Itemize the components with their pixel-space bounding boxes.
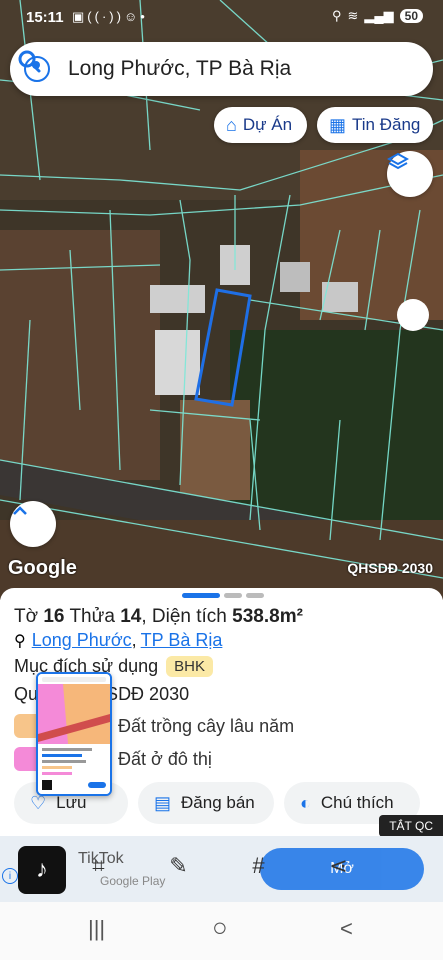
- location-separator: ,: [131, 630, 137, 650]
- layers-button[interactable]: [387, 151, 433, 197]
- chevron-up-icon: [13, 506, 27, 515]
- dot-icon: •: [140, 9, 148, 24]
- to-prefix: Tờ: [14, 606, 39, 627]
- nfc-icon: ((·)): [87, 9, 124, 24]
- app-icon: ☺: [123, 9, 141, 24]
- thua-value: 14: [120, 606, 142, 627]
- gallery-icon: ▣: [72, 9, 88, 24]
- screenshot-toolbar: ⌗ ✎ # ⋖: [60, 844, 380, 888]
- share-icon[interactable]: ⋖: [329, 853, 347, 879]
- search-input[interactable]: Long Phước, TP Bà Rịa: [68, 57, 433, 81]
- legend-label: Đất ở đô thị: [118, 748, 212, 769]
- parcel-title: Tờ 16 Thửa 14, Diện tích 538.8m²: [14, 606, 303, 628]
- calendar-icon: ▦: [329, 114, 347, 135]
- thumbnail-preview: [38, 674, 110, 794]
- legend-label: Đất trồng cây lâu năm: [118, 715, 295, 736]
- du-an-label: Dự Án: [242, 115, 293, 134]
- signal-icon: ▂▄▆: [364, 8, 394, 23]
- location-icon: ⚲: [331, 8, 342, 23]
- dang-ban-label: Đăng bán: [181, 793, 255, 812]
- search-icon[interactable]: [10, 42, 50, 82]
- thua-prefix: Thửa: [69, 606, 115, 627]
- location-link-city[interactable]: TP Bà Rịa: [141, 630, 223, 651]
- location-pin-icon: ⚲: [14, 632, 26, 650]
- listing-icon: ▤: [154, 792, 172, 813]
- to-value: 16: [43, 606, 65, 627]
- scan-icon[interactable]: ⌗: [92, 853, 104, 879]
- hashtag-icon[interactable]: #: [252, 853, 264, 879]
- screenshot-thumbnail[interactable]: [36, 672, 112, 796]
- sheet-handle[interactable]: [182, 593, 264, 598]
- home-icon: ⌂: [226, 114, 237, 135]
- dang-ban-button[interactable]: ▤ Đăng bán: [138, 782, 274, 824]
- back-icon[interactable]: <: [340, 916, 353, 942]
- tin-dang-chip[interactable]: ▦ Tin Đăng: [317, 107, 433, 143]
- chu-thich-label: Chú thích: [320, 793, 394, 812]
- status-right: ⚲ ≋ ▂▄▆ 50: [332, 8, 423, 24]
- expand-up-button[interactable]: [10, 501, 56, 547]
- search-bar[interactable]: Long Phước, TP Bà Rịa: [10, 42, 433, 96]
- wifi-icon: ≋: [347, 8, 359, 23]
- status-time: 15:11: [26, 9, 64, 26]
- du-an-chip[interactable]: ⌂ Dự Án: [214, 107, 307, 143]
- tin-dang-label: Tin Đăng: [352, 115, 421, 134]
- ad-info-icon[interactable]: i: [2, 868, 18, 884]
- home-button-icon[interactable]: ○: [212, 912, 228, 943]
- status-bar: 15:11 ▣((·))☺• ⚲ ≋ ▂▄▆ 50: [0, 0, 443, 36]
- edit-icon[interactable]: ✎: [169, 853, 187, 879]
- map-marker-dot[interactable]: [397, 299, 429, 331]
- recent-apps-icon[interactable]: |||: [88, 916, 105, 942]
- save-label: Lưu: [56, 793, 87, 812]
- area-prefix: , Diện tích: [141, 606, 227, 627]
- map-view[interactable]: 15:11 ▣((·))☺• ⚲ ≋ ▂▄▆ 50 Long Phước, TP…: [0, 0, 443, 600]
- google-logo: Google: [8, 557, 77, 579]
- parcel-location: ⚲ Long Phước, TP Bà Rịa: [14, 630, 222, 651]
- system-nav-bar: ||| ○ <: [0, 902, 443, 960]
- purpose-badge: BHK: [166, 656, 213, 677]
- layers-icon: [387, 152, 409, 170]
- contrast-icon: ◐: [300, 792, 311, 813]
- layer-label: QHSDĐ 2030: [347, 560, 433, 576]
- notification-icons: ▣((·))☺•: [72, 9, 148, 25]
- tiktok-logo: ♪: [18, 846, 66, 894]
- close-ad-button[interactable]: TẮT QC: [379, 815, 443, 837]
- battery-indicator: 50: [399, 9, 423, 23]
- location-link-ward[interactable]: Long Phước: [32, 630, 132, 651]
- area-value: 538.8m²: [232, 606, 303, 627]
